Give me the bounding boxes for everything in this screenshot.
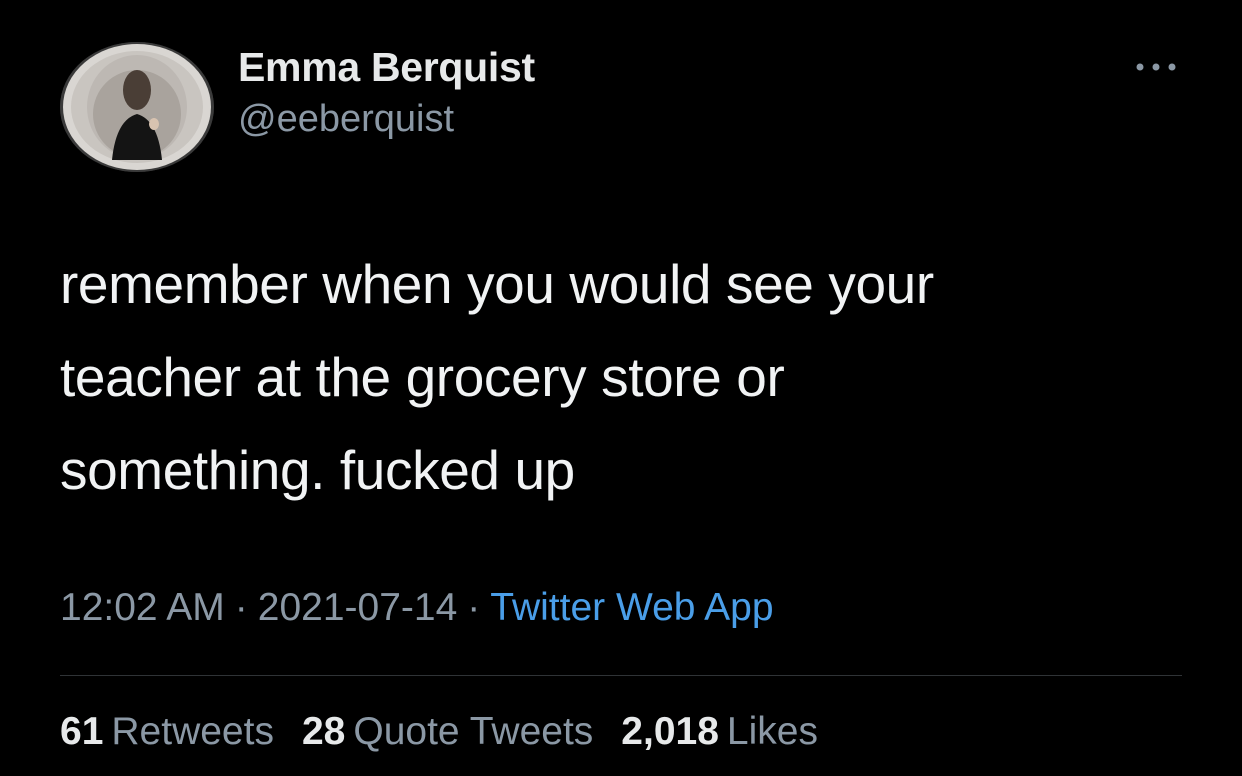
likes-label: Likes	[726, 710, 818, 753]
user-handle[interactable]: @eeberquist	[238, 98, 454, 141]
avatar[interactable]	[60, 42, 214, 172]
likes-stat[interactable]: 2,018 Likes	[621, 710, 818, 754]
retweets-label: Retweets	[111, 710, 274, 753]
likes-count: 2,018	[621, 710, 719, 753]
tweet-source-link[interactable]: Twitter Web App	[490, 586, 773, 629]
meta-separator: ·	[467, 586, 481, 629]
tweet-text-line: teacher at the grocery store or	[60, 346, 785, 408]
quote-tweets-label: Quote Tweets	[353, 710, 594, 753]
tweet-text-line: something. fucked up	[60, 439, 575, 501]
meta-separator: ·	[234, 586, 248, 629]
tweet-date[interactable]: 2021-07-14	[258, 586, 458, 629]
quote-tweets-count: 28	[301, 710, 346, 753]
tweet-text: remember when you would see your teacher…	[60, 238, 1200, 517]
divider	[60, 675, 1182, 676]
quote-tweets-stat[interactable]: 28 Quote Tweets	[302, 710, 593, 754]
tweet-text-line: remember when you would see your	[60, 253, 934, 315]
tweet-meta: 12:02 AM · 2021-07-14 · Twitter Web App	[60, 586, 774, 630]
retweets-stat[interactable]: 61 Retweets	[60, 710, 274, 754]
more-horizontal-icon[interactable]	[1134, 58, 1178, 76]
display-name[interactable]: Emma Berquist	[238, 44, 535, 91]
tweet-time[interactable]: 12:02 AM	[60, 586, 225, 629]
engagement-stats: 61 Retweets 28 Quote Tweets 2,018 Likes	[60, 710, 818, 754]
retweets-count: 61	[60, 710, 104, 753]
avatar-image	[60, 42, 214, 172]
